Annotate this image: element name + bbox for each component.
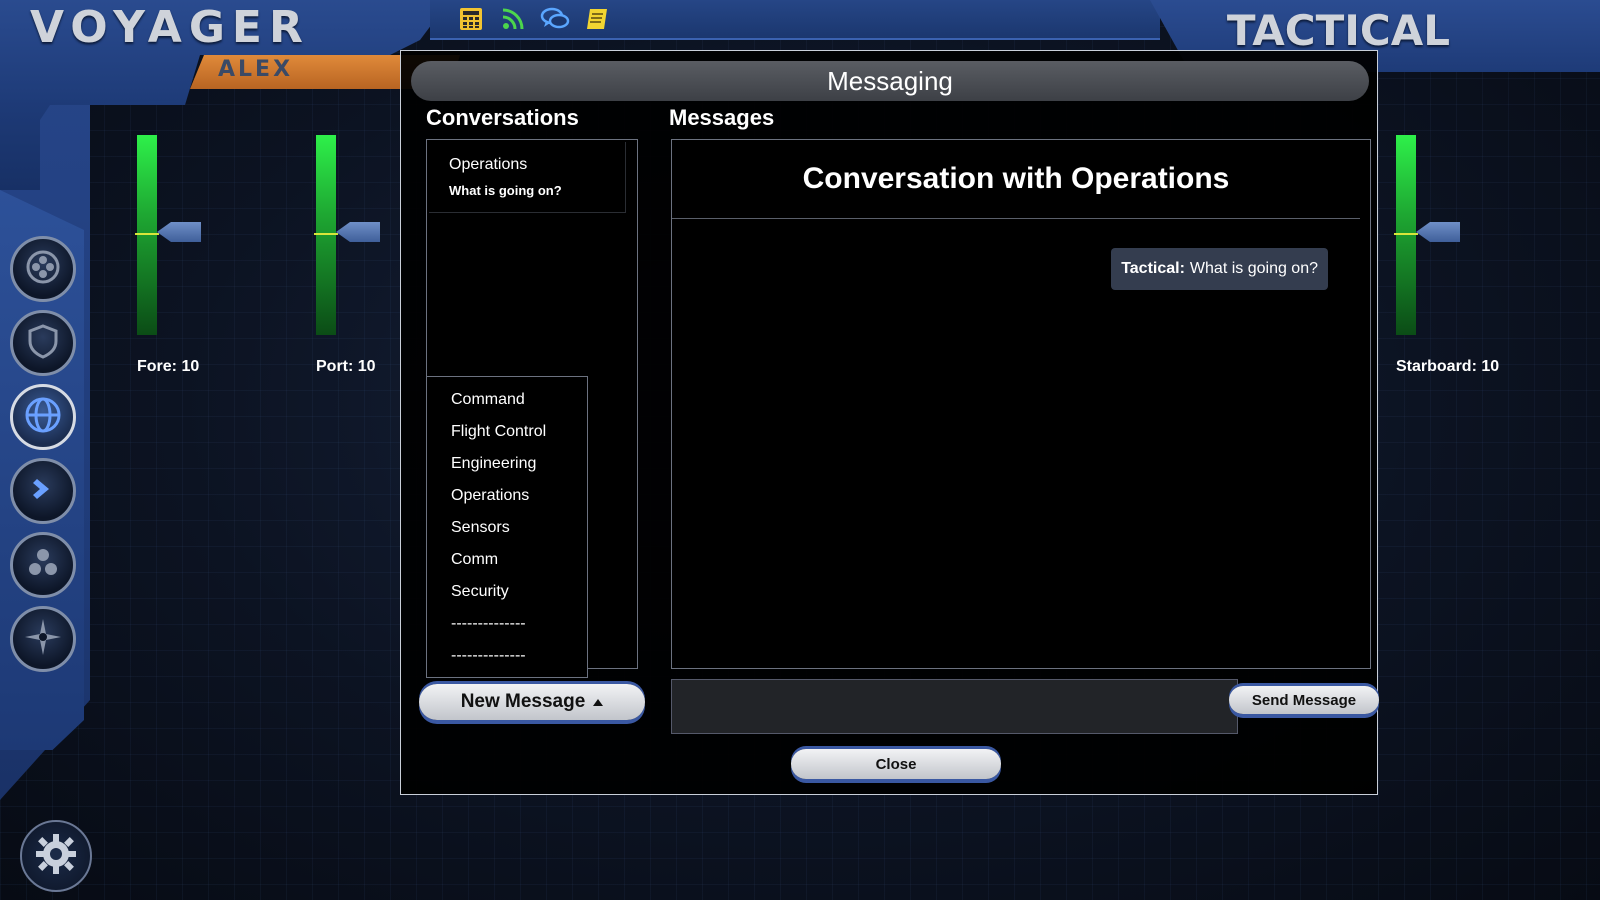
port-shield-bar xyxy=(314,135,338,335)
user-name: ALEX xyxy=(218,57,294,82)
app-title: VOYAGER xyxy=(30,2,310,53)
conversations-heading: Conversations xyxy=(426,105,579,130)
conversation-preview: What is going on? xyxy=(449,183,562,198)
target-icon xyxy=(23,247,63,292)
chevron-right-icon xyxy=(23,469,63,514)
nav-forward-button[interactable] xyxy=(10,458,76,524)
recipient-separator: -------------- xyxy=(451,647,526,664)
conversation-item[interactable]: Operations What is going on? xyxy=(429,142,626,213)
recipient-option[interactable]: Command xyxy=(451,391,525,409)
recipient-option[interactable]: Engineering xyxy=(451,455,536,473)
notes-icon[interactable] xyxy=(582,4,612,34)
radiation-icon xyxy=(23,543,63,588)
message-sender: Tactical: xyxy=(1121,260,1185,277)
message-thread: Conversation with Operations Tactical: W… xyxy=(671,139,1371,669)
recipient-option[interactable]: Security xyxy=(451,583,509,601)
messages-heading: Messages xyxy=(669,105,775,130)
conversation-title: Conversation with Operations xyxy=(672,140,1360,219)
dialog-title: Messaging xyxy=(411,61,1369,101)
recipient-option[interactable]: Comm xyxy=(451,551,498,569)
starboard-shield-label: Starboard: 10 xyxy=(1396,358,1500,375)
shield-icon xyxy=(23,321,63,366)
nav-target-button[interactable] xyxy=(10,236,76,302)
caret-up-icon xyxy=(593,698,604,706)
new-message-button[interactable]: New Message xyxy=(419,684,645,720)
starboard-shield-bar xyxy=(1394,135,1418,335)
message-input[interactable] xyxy=(671,679,1238,734)
nav-compass-button[interactable] xyxy=(10,606,76,672)
calculator-icon[interactable] xyxy=(456,4,486,34)
conversation-name: Operations xyxy=(449,156,528,173)
port-shield-label: Port: 10 xyxy=(316,358,376,375)
compass-icon xyxy=(21,615,65,664)
fore-shield-label: Fore: 10 xyxy=(137,358,200,375)
globe-icon xyxy=(21,393,65,442)
fore-shield-bar xyxy=(135,135,159,335)
message-text: What is going on? xyxy=(1189,260,1318,277)
chat-icon[interactable] xyxy=(540,4,570,34)
recipient-option[interactable]: Sensors xyxy=(451,519,510,537)
recipient-option[interactable]: Flight Control xyxy=(451,423,546,441)
settings-button[interactable] xyxy=(20,820,92,892)
rss-icon[interactable] xyxy=(498,4,528,34)
recipient-dropdown: Command Flight Control Engineering Opera… xyxy=(426,376,588,678)
message-bubble: Tactical: What is going on? xyxy=(1111,248,1328,290)
close-button[interactable]: Close xyxy=(791,749,1001,779)
messaging-dialog: Messaging Conversations Messages Operati… xyxy=(400,50,1379,795)
recipient-option[interactable]: Operations xyxy=(451,487,529,505)
new-message-label: New Message xyxy=(460,691,586,712)
recipient-separator: -------------- xyxy=(451,615,526,632)
station-title: TACTICAL xyxy=(1226,6,1450,55)
send-message-button[interactable]: Send Message xyxy=(1229,686,1379,714)
gear-icon xyxy=(31,829,81,884)
nav-radiation-button[interactable] xyxy=(10,532,76,598)
nav-globe-button[interactable] xyxy=(10,384,76,450)
nav-shield-button[interactable] xyxy=(10,310,76,376)
